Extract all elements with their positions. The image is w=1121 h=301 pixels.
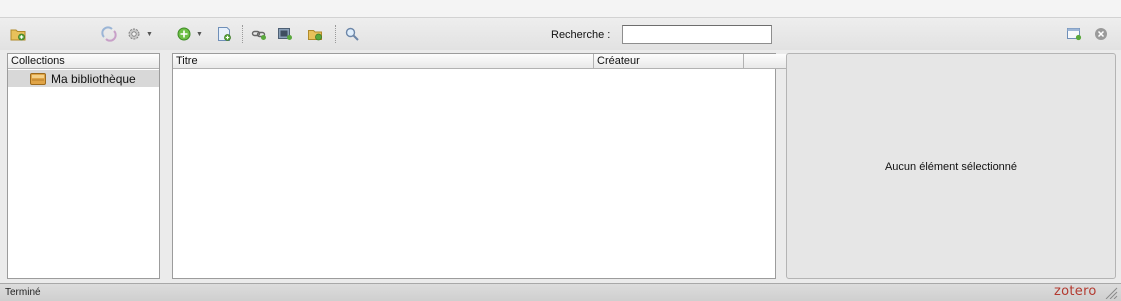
window-top-strip (0, 0, 1121, 18)
link-icon[interactable] (251, 26, 267, 42)
toggle-pane-icon[interactable] (1066, 26, 1082, 42)
zotero-logo: zotero (1054, 284, 1097, 299)
search-label: Recherche : (551, 29, 611, 41)
collection-item-label: Ma bibliothèque (51, 72, 136, 86)
library-icon (30, 73, 46, 85)
actions-gear-icon[interactable] (126, 26, 142, 42)
search-input[interactable] (622, 25, 772, 44)
column-header-title[interactable]: Titre (173, 54, 594, 69)
chevron-down-icon[interactable]: ▼ (196, 31, 203, 38)
resize-grip-icon[interactable] (1104, 286, 1118, 299)
import-icon[interactable] (307, 26, 323, 42)
toolbar-separator (242, 25, 243, 43)
status-text: Terminé (5, 287, 41, 298)
items-pane: Titre Créateur + (172, 53, 951, 279)
advanced-search-icon[interactable] (344, 26, 360, 42)
status-bar (0, 283, 1121, 301)
snapshot-icon[interactable] (277, 26, 293, 42)
item-pane: Aucun élément sélectionné (786, 53, 1116, 279)
no-selection-message: Aucun élément sélectionné (884, 161, 1018, 173)
column-header-creator[interactable]: Créateur (594, 54, 744, 69)
new-note-icon[interactable] (216, 26, 232, 42)
close-icon[interactable] (1093, 26, 1109, 42)
new-collection-icon[interactable] (10, 26, 26, 42)
collections-header[interactable]: Collections (8, 54, 159, 69)
collection-item-library[interactable]: Ma bibliothèque (8, 70, 159, 87)
collections-pane: Collections Ma bibliothèque (7, 53, 160, 279)
toolbar-separator (335, 25, 336, 43)
sync-icon[interactable] (101, 26, 117, 42)
chevron-down-icon[interactable]: ▼ (146, 31, 153, 38)
new-item-icon[interactable] (176, 26, 192, 42)
